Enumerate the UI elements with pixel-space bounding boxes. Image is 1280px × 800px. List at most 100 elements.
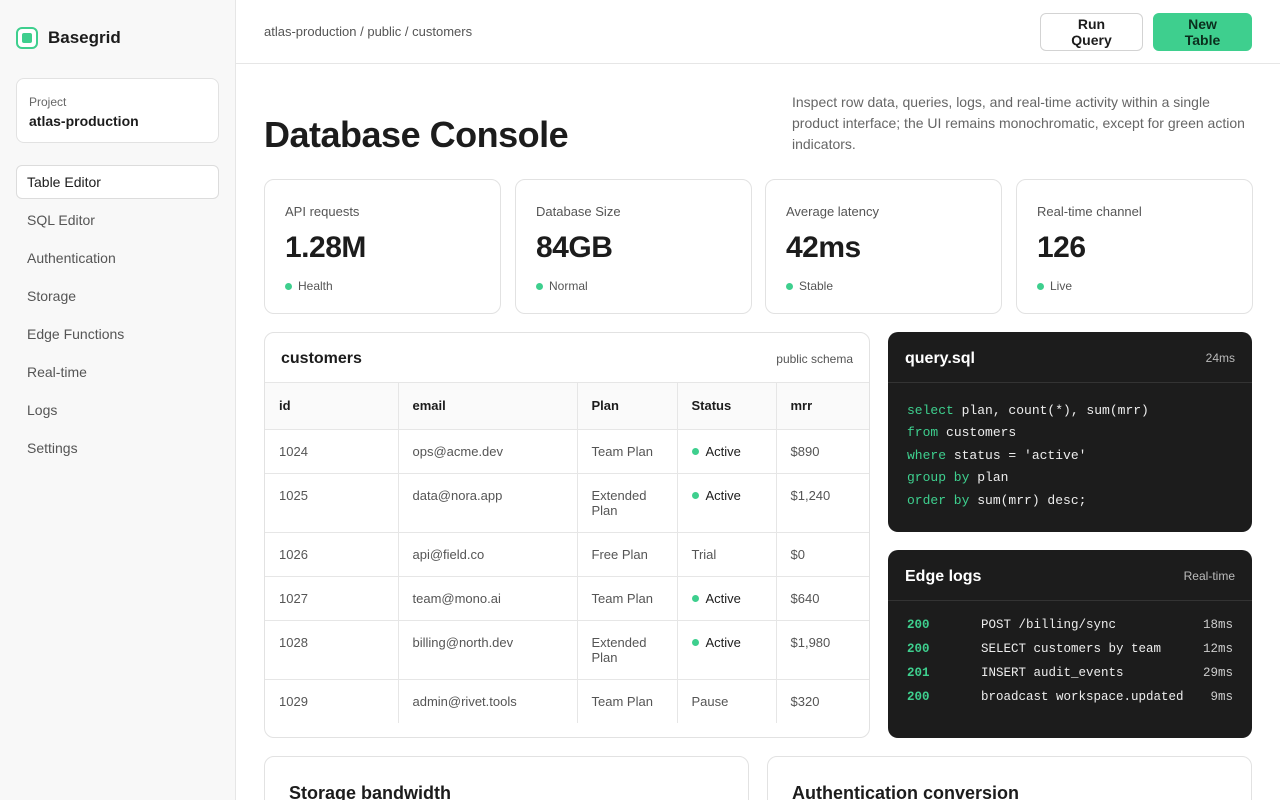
table-schema-label: public schema xyxy=(776,352,853,366)
log-duration: 29ms xyxy=(1202,666,1233,680)
cell-email: ops@acme.dev xyxy=(398,429,578,474)
table-row[interactable]: 1024 ops@acme.dev Team Plan Active $890 xyxy=(265,429,869,474)
status-text: Trial xyxy=(691,546,717,562)
new-table-button[interactable]: New Table xyxy=(1153,13,1252,51)
status-badge: Active xyxy=(691,488,762,503)
column-header-status[interactable]: Status xyxy=(677,383,777,430)
cell-mrr: $1,240 xyxy=(776,473,869,533)
table-row[interactable]: 1025 data@nora.app Extended Plan Active $1,2… xyxy=(265,473,869,533)
sql-text: plan, count(*), sum(mrr) xyxy=(953,403,1149,418)
code-line: group by plan xyxy=(907,467,1233,489)
sidebar-item-settings[interactable]: Settings xyxy=(16,431,219,465)
status-dot-icon xyxy=(691,594,699,602)
breadcrumb[interactable]: atlas-production / public / customers xyxy=(264,24,472,39)
log-message: SELECT customers by team xyxy=(981,642,1162,656)
sidebar-item-authentication[interactable]: Authentication xyxy=(16,241,219,275)
basegrid-logo-icon xyxy=(16,27,38,49)
sql-text: plan xyxy=(969,470,1009,486)
column-header-email[interactable]: email xyxy=(398,383,578,430)
log-message: POST /billing/sync xyxy=(981,618,1117,632)
sidebar-item-edge-functions[interactable]: Edge Functions xyxy=(16,317,219,351)
cell-status: Active xyxy=(677,576,777,621)
run-query-button[interactable]: Run Query xyxy=(1040,13,1143,51)
status-badge: Active xyxy=(691,634,762,650)
log-message: INSERT audit_events xyxy=(981,666,1124,680)
stat-status: Live xyxy=(1050,279,1073,293)
status-badge: Active xyxy=(691,443,762,459)
sidebar-item-real-time[interactable]: Real-time xyxy=(16,355,219,389)
page-title: Database Console xyxy=(264,114,569,155)
auth-conversion-title: Authentication conversion xyxy=(792,783,1020,800)
table-row[interactable]: 1027 team@mono.ai Team Plan Active $640 xyxy=(265,576,869,621)
sidebar-item-logs[interactable]: Logs xyxy=(16,393,219,427)
table-header-row: id email Plan Status mrr xyxy=(265,383,869,430)
cell-plan: Free Plan xyxy=(577,532,678,577)
cell-id: 1028 xyxy=(265,620,399,680)
log-list: 200 POST /billing/sync 18ms 200 SELECT custo… xyxy=(888,601,1252,704)
cell-plan: Extended Plan xyxy=(577,620,678,680)
status-badge: Active xyxy=(691,591,762,606)
log-entry[interactable]: 201 INSERT audit_events 29ms xyxy=(907,666,1233,680)
sidebar-item-sql-editor[interactable]: SQL Editor xyxy=(16,203,219,237)
cell-plan: Team Plan xyxy=(577,429,678,474)
log-entry[interactable]: 200 broadcast workspace.updated 9ms xyxy=(907,690,1233,704)
column-header-mrr[interactable]: mrr xyxy=(776,383,869,430)
stat-label: Average latency xyxy=(786,204,879,219)
query-card-header: query.sql 24ms xyxy=(888,332,1252,383)
cell-status: Trial xyxy=(677,532,777,577)
code-line: where status = 'active' xyxy=(907,445,1233,467)
log-entry[interactable]: 200 SELECT customers by team 12ms xyxy=(907,642,1233,656)
status-dot-icon xyxy=(285,282,292,290)
status-dot-icon xyxy=(691,491,699,499)
sidebar-item-table-editor[interactable]: Table Editor xyxy=(16,165,219,199)
auth-conversion-card: Authentication conversion xyxy=(767,756,1252,800)
table-row[interactable]: 1028 billing@north.dev Extended Plan Active… xyxy=(265,620,869,680)
storage-bandwidth-card: Storage bandwidth xyxy=(264,756,749,800)
cell-mrr: $890 xyxy=(776,429,869,474)
brand[interactable]: Basegrid xyxy=(16,27,121,49)
stat-status: Health xyxy=(298,279,333,293)
log-duration: 9ms xyxy=(1210,690,1233,704)
column-header-id[interactable]: id xyxy=(265,383,399,430)
cell-email: admin@rivet.tools xyxy=(398,679,578,723)
cell-status: Pause xyxy=(677,679,777,723)
project-selector[interactable]: Project atlas-production xyxy=(16,78,219,143)
stat-label: Real-time channel xyxy=(1037,204,1142,219)
column-header-plan[interactable]: Plan xyxy=(577,383,678,430)
cell-status: Active xyxy=(677,620,777,680)
stat-card-realtime-channel: Real-time channel 126 Live xyxy=(1016,179,1253,314)
sql-code-editor[interactable]: select plan, count(*), sum(mrr) from cust… xyxy=(888,383,1252,529)
cell-email: api@field.co xyxy=(398,532,578,577)
cell-email: team@mono.ai xyxy=(398,576,578,621)
storage-bandwidth-title: Storage bandwidth xyxy=(289,783,451,800)
status-dot-icon xyxy=(1037,282,1044,290)
table-row[interactable]: 1029 admin@rivet.tools Team Plan Pause $320 xyxy=(265,679,869,723)
stat-status: Stable xyxy=(799,279,834,293)
cell-status: Active xyxy=(677,429,777,474)
sidebar-item-storage[interactable]: Storage xyxy=(16,279,219,313)
status-dot-icon xyxy=(691,447,699,455)
stat-label: API requests xyxy=(285,204,360,219)
code-line: select plan, count(*), sum(mrr) xyxy=(907,400,1233,422)
stat-label: Database Size xyxy=(536,204,621,219)
cell-id: 1027 xyxy=(265,576,399,621)
logs-card-header: Edge logs Real-time xyxy=(888,550,1252,601)
cell-mrr: $640 xyxy=(776,576,869,621)
status-text: Active xyxy=(705,443,741,459)
log-status-code: 201 xyxy=(907,666,930,680)
status-text: Active xyxy=(705,634,741,650)
status-dot-icon xyxy=(691,638,699,646)
table-card-header: customers public schema xyxy=(265,333,869,383)
cell-plan: Extended Plan xyxy=(577,473,678,533)
cell-id: 1026 xyxy=(265,532,399,577)
log-entry[interactable]: 200 POST /billing/sync 18ms xyxy=(907,618,1233,632)
sidebar-nav: Table Editor SQL Editor Authentication Stor… xyxy=(16,165,219,469)
status-text: Pause xyxy=(691,693,729,709)
app-name: Basegrid xyxy=(48,28,121,47)
edge-logs-card: Edge logs Real-time 200 POST /billing/syn… xyxy=(888,550,1252,738)
log-duration: 18ms xyxy=(1202,618,1233,632)
query-duration: 24ms xyxy=(1205,351,1235,365)
project-name: atlas-production xyxy=(29,113,139,129)
cell-mrr: $1,980 xyxy=(776,620,869,680)
table-row[interactable]: 1026 api@field.co Free Plan Trial $0 xyxy=(265,532,869,577)
